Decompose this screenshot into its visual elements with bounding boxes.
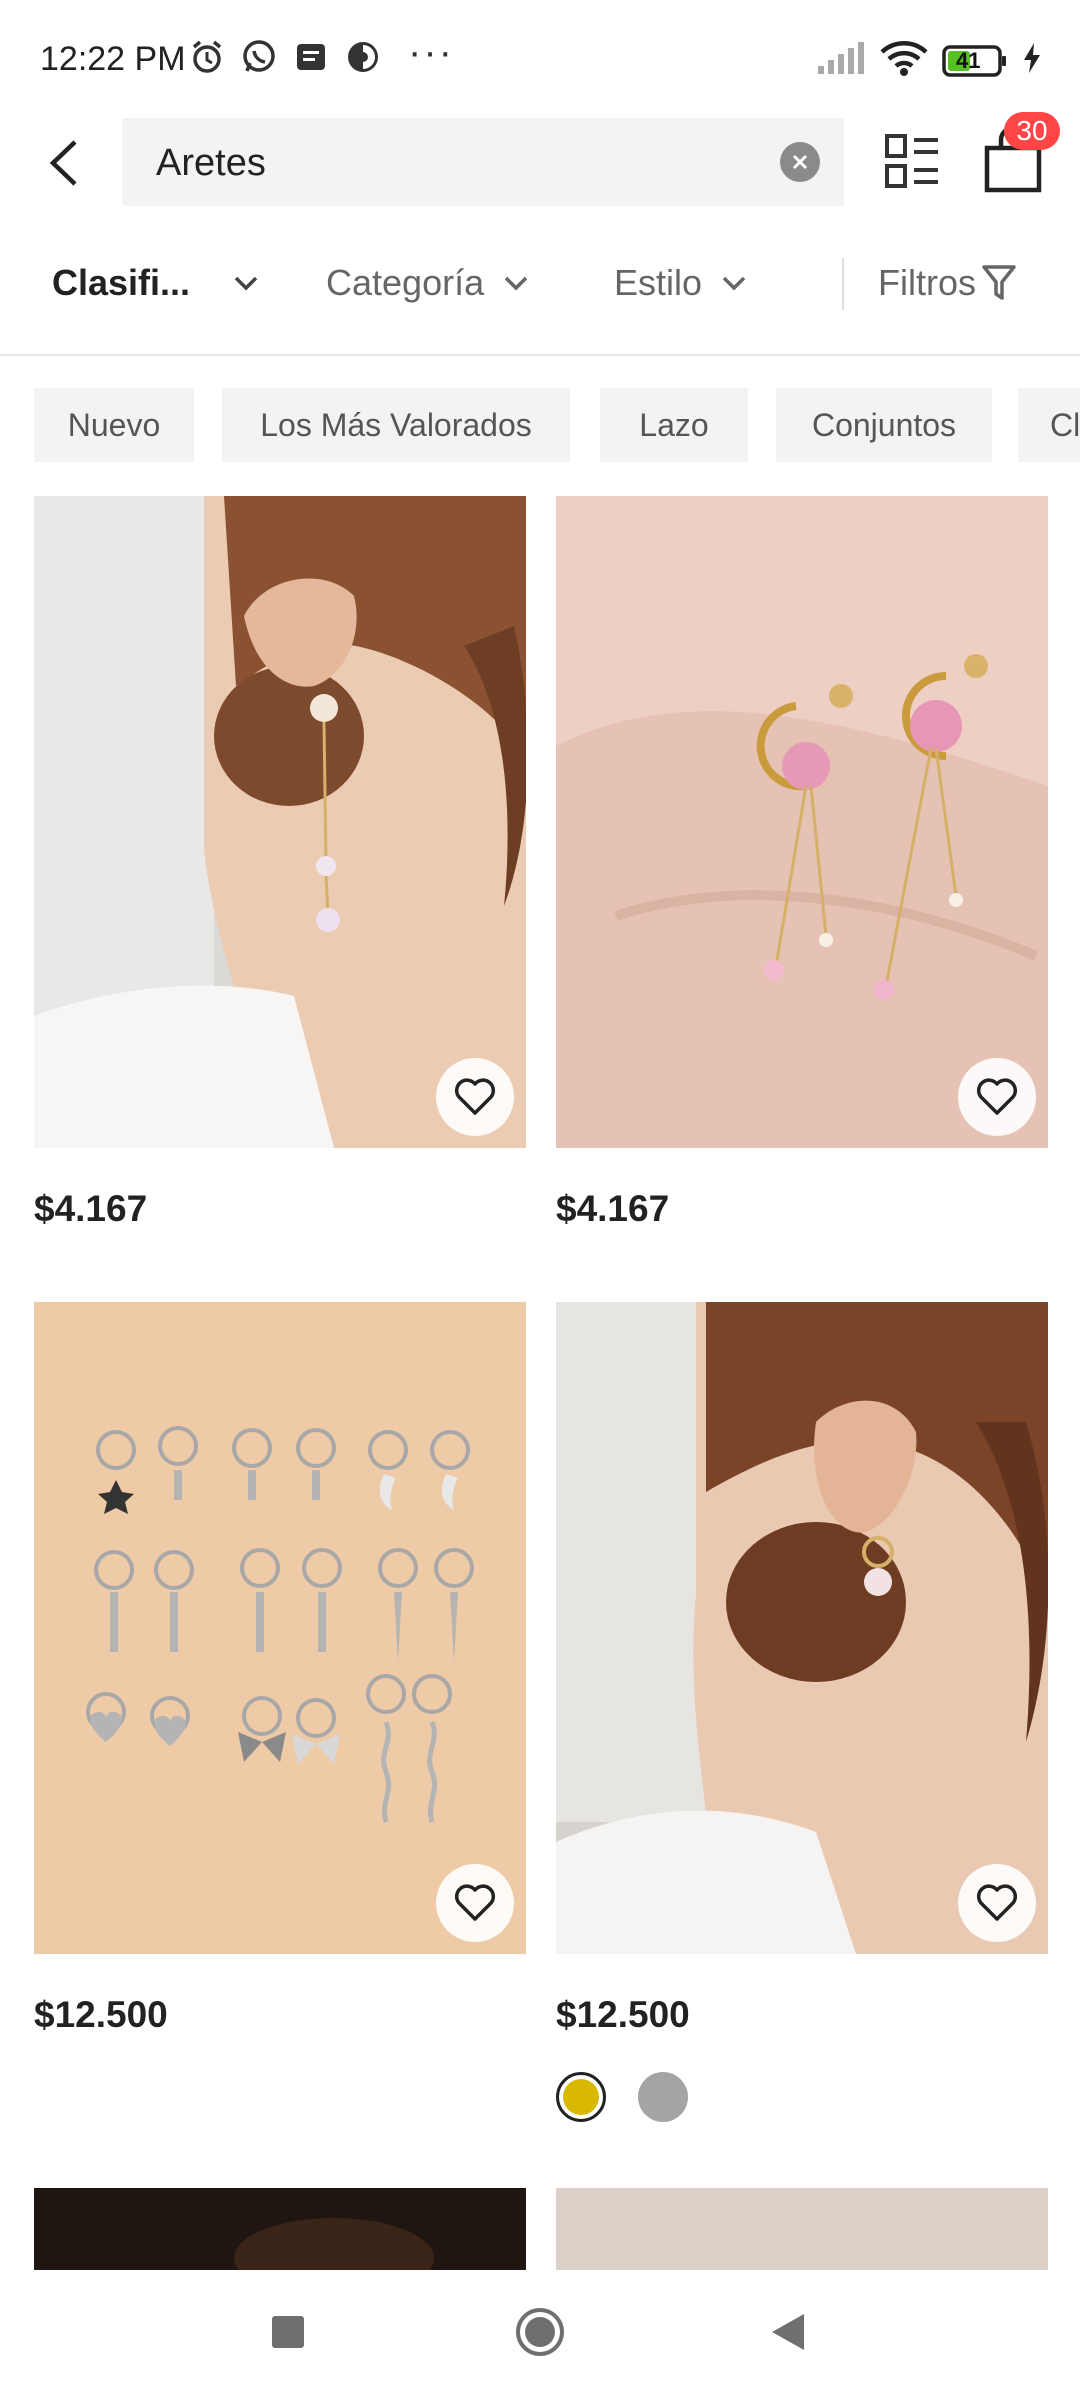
filter-bar: Clasifi... Categoría Estilo Filtros — [0, 240, 1080, 356]
product-image-shade — [234, 2218, 434, 2270]
chevron-down-icon — [722, 276, 746, 291]
sort-dropdown[interactable]: Clasifi... — [52, 262, 260, 304]
product-image-partial[interactable] — [556, 2188, 1048, 2270]
heart-icon — [976, 1078, 1018, 1115]
charging-icon — [1022, 42, 1042, 79]
chip-partial[interactable]: Cl — [1018, 388, 1080, 462]
triangle-back-icon — [772, 2314, 804, 2350]
chevron-down-icon — [234, 276, 258, 291]
product-photo-earring-model — [34, 496, 526, 1148]
app-icon — [344, 38, 382, 76]
product-price: $4.167 — [34, 1188, 148, 1229]
battery-icon: 41 — [942, 44, 1008, 78]
status-bar: 12:22 PM ··· 41 — [0, 0, 1080, 120]
filter-funnel-icon — [982, 265, 1016, 300]
view-toggle-button[interactable] — [884, 132, 940, 192]
back-button[interactable] — [30, 128, 100, 198]
product-photo-flower-earrings — [556, 496, 1048, 1148]
product-image-partial[interactable] — [34, 2188, 526, 2270]
status-more-icon: ··· — [408, 30, 454, 74]
grid-list-icon — [885, 134, 938, 188]
back-nav-button[interactable] — [770, 2312, 806, 2357]
product-photo-flower-hoop-model — [556, 1302, 1048, 1954]
color-swatch-selected[interactable] — [556, 2072, 606, 2122]
recents-button[interactable] — [270, 2314, 306, 2355]
signal-icon — [816, 42, 866, 79]
circle-home-icon — [516, 2308, 564, 2356]
message-icon — [292, 38, 330, 76]
status-icons-left — [188, 38, 382, 76]
heart-icon — [454, 1078, 496, 1115]
chip-nuevo[interactable]: Nuevo — [34, 388, 194, 462]
product-image[interactable] — [556, 496, 1048, 1148]
back-arrow-icon — [49, 140, 77, 186]
style-dropdown[interactable]: Estilo — [614, 262, 748, 304]
chip-lazo[interactable]: Lazo — [600, 388, 748, 462]
swatch-fill — [563, 2079, 599, 2115]
wishlist-button[interactable] — [436, 1864, 514, 1942]
product-image[interactable] — [556, 1302, 1048, 1954]
cart-count-badge: 30 — [1004, 112, 1060, 150]
product-price: $12.500 — [34, 1994, 168, 2035]
chip-conjuntos[interactable]: Conjuntos — [776, 388, 992, 462]
product-image[interactable] — [34, 496, 526, 1148]
home-button[interactable] — [514, 2306, 566, 2363]
status-time: 12:22 PM — [40, 40, 186, 78]
search-input[interactable]: Aretes — [122, 118, 844, 206]
search-query: Aretes — [156, 142, 266, 184]
category-label: Categoría — [326, 262, 485, 303]
product-price: $4.167 — [556, 1188, 670, 1229]
whatsapp-icon — [240, 38, 278, 76]
sort-label: Clasifi... — [52, 262, 191, 303]
quick-filter-chips: Nuevo Los Más Valorados Lazo Conjuntos C… — [0, 388, 1080, 464]
wifi-icon — [880, 40, 928, 81]
status-icons-right: 41 — [816, 40, 1042, 81]
color-swatch[interactable] — [638, 2072, 688, 2122]
heart-icon — [976, 1884, 1018, 1921]
chip-mas-valorados[interactable]: Los Más Valorados — [222, 388, 570, 462]
style-label: Estilo — [614, 262, 703, 303]
alarm-icon — [188, 38, 226, 76]
clear-search-button[interactable] — [780, 142, 820, 182]
system-nav-bar — [0, 2270, 1080, 2400]
filters-button[interactable]: Filtros — [878, 262, 1016, 304]
heart-icon — [454, 1884, 496, 1921]
square-icon — [272, 2316, 304, 2348]
close-icon — [792, 154, 808, 170]
product-price: $12.500 — [556, 1994, 690, 2035]
wishlist-button[interactable] — [958, 1864, 1036, 1942]
battery-level: 41 — [956, 47, 981, 73]
wishlist-button[interactable] — [958, 1058, 1036, 1136]
product-photo-hoop-set — [34, 1302, 526, 1954]
category-dropdown[interactable]: Categoría — [326, 262, 530, 304]
filters-label: Filtros — [878, 262, 976, 303]
product-image[interactable] — [34, 1302, 526, 1954]
wishlist-button[interactable] — [436, 1058, 514, 1136]
filter-divider — [842, 258, 844, 310]
chevron-down-icon — [504, 276, 528, 291]
